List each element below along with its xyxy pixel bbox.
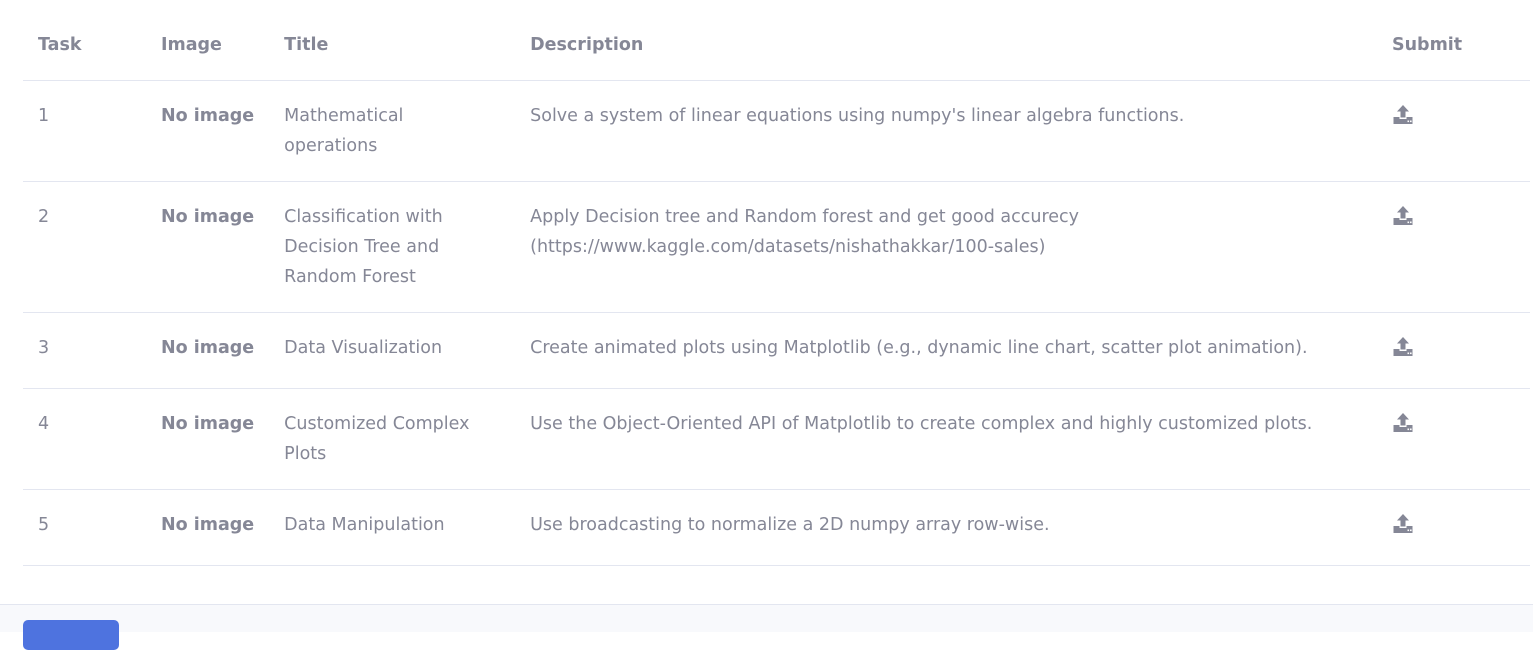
table-row: 1 No image Mathematical operations Solve… bbox=[23, 80, 1530, 182]
header-title: Title bbox=[269, 10, 516, 81]
table-row: 5 No image Data Manipulation Use broadca… bbox=[23, 489, 1530, 566]
task-description: Apply Decision tree and Random forest an… bbox=[515, 181, 1377, 313]
task-title: Customized Complex Plots bbox=[269, 388, 516, 490]
table-row: 2 No image Classification with Decision … bbox=[23, 181, 1530, 313]
task-number: 2 bbox=[23, 181, 146, 313]
table-row: 3 No image Data Visualization Create ani… bbox=[23, 312, 1530, 389]
header-image: Image bbox=[145, 10, 270, 81]
tasks-card: Task Image Title Description Submit 1 No… bbox=[0, 0, 1533, 604]
task-image: No image bbox=[145, 181, 270, 313]
card-footer bbox=[0, 604, 1533, 650]
task-description: Solve a system of linear equations using… bbox=[515, 80, 1377, 182]
task-description: Use broadcasting to normalize a 2D numpy… bbox=[515, 489, 1377, 566]
task-image: No image bbox=[145, 388, 270, 490]
upload-icon[interactable] bbox=[1392, 513, 1414, 535]
task-submit-cell bbox=[1376, 181, 1530, 313]
task-title: Mathematical operations bbox=[269, 80, 516, 182]
task-submit-cell bbox=[1376, 312, 1530, 389]
task-title: Data Manipulation bbox=[269, 489, 516, 566]
task-title: Data Visualization bbox=[269, 312, 516, 389]
task-description: Create animated plots using Matplotlib (… bbox=[515, 312, 1377, 389]
header-submit: Submit bbox=[1376, 10, 1530, 81]
task-image: No image bbox=[145, 489, 270, 566]
upload-icon[interactable] bbox=[1392, 412, 1414, 434]
task-title: Classification with Decision Tree and Ra… bbox=[269, 181, 516, 313]
task-image: No image bbox=[145, 80, 270, 182]
header-description: Description bbox=[515, 10, 1377, 81]
task-number: 5 bbox=[23, 489, 146, 566]
footer-button[interactable] bbox=[23, 620, 119, 650]
upload-icon[interactable] bbox=[1392, 205, 1414, 227]
tasks-table: Task Image Title Description Submit 1 No… bbox=[23, 10, 1530, 566]
task-submit-cell bbox=[1376, 489, 1530, 566]
task-submit-cell bbox=[1376, 388, 1530, 490]
table-header-row: Task Image Title Description Submit bbox=[23, 10, 1530, 81]
task-number: 1 bbox=[23, 80, 146, 182]
header-task: Task bbox=[23, 10, 146, 81]
upload-icon[interactable] bbox=[1392, 336, 1414, 358]
task-number: 3 bbox=[23, 312, 146, 389]
task-image: No image bbox=[145, 312, 270, 389]
task-number: 4 bbox=[23, 388, 146, 490]
task-description: Use the Object-Oriented API of Matplotli… bbox=[515, 388, 1377, 490]
table-row: 4 No image Customized Complex Plots Use … bbox=[23, 388, 1530, 490]
upload-icon[interactable] bbox=[1392, 104, 1414, 126]
task-submit-cell bbox=[1376, 80, 1530, 182]
